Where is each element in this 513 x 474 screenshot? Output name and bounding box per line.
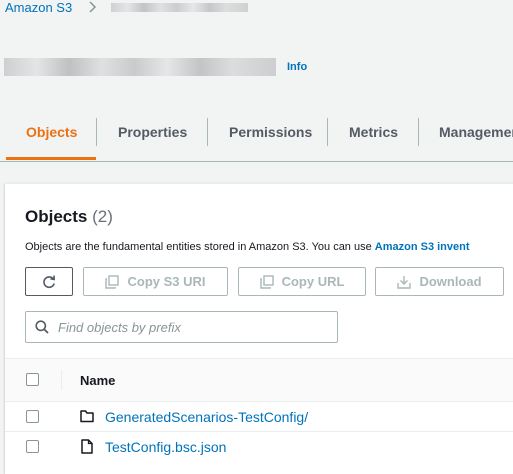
refresh-icon bbox=[43, 275, 56, 288]
tab-management[interactable]: Managemen bbox=[439, 113, 513, 160]
row-checkbox[interactable] bbox=[26, 410, 39, 423]
copy-s3-uri-label: Copy S3 URI bbox=[127, 274, 206, 289]
tab-permissions[interactable]: Permissions bbox=[229, 113, 312, 160]
object-link-folder[interactable]: GeneratedScenarios-TestConfig/ bbox=[105, 409, 308, 425]
copy-s3-uri-button[interactable]: Copy S3 URI bbox=[83, 267, 228, 296]
breadcrumb-amazon-s3[interactable]: Amazon S3 bbox=[5, 0, 72, 16]
page-title-redacted bbox=[4, 58, 276, 76]
download-label: Download bbox=[419, 274, 482, 289]
breadcrumb-bucket-redacted[interactable] bbox=[111, 3, 248, 12]
description-text: Objects are the fundamental entities sto… bbox=[25, 241, 375, 253]
tab-divider bbox=[327, 118, 328, 146]
select-all-checkbox[interactable] bbox=[26, 373, 39, 386]
objects-heading: Objects (2) bbox=[25, 207, 113, 227]
search-icon bbox=[35, 320, 49, 334]
column-header-name[interactable]: Name bbox=[80, 373, 115, 388]
objects-title: Objects bbox=[25, 207, 88, 226]
tab-divider bbox=[418, 118, 419, 146]
copy-icon bbox=[105, 274, 120, 289]
tab-properties[interactable]: Properties bbox=[118, 113, 187, 160]
objects-description: Objects are the fundamental entities sto… bbox=[25, 241, 470, 253]
tab-divider bbox=[96, 118, 97, 146]
copy-icon bbox=[259, 274, 274, 289]
search-input[interactable] bbox=[58, 312, 328, 342]
active-tab-indicator bbox=[6, 157, 96, 160]
search-box bbox=[25, 311, 338, 343]
objects-count: (2) bbox=[92, 207, 113, 226]
tab-divider bbox=[207, 118, 208, 146]
info-link[interactable]: Info bbox=[287, 61, 307, 73]
tab-objects[interactable]: Objects bbox=[26, 113, 77, 160]
row-divider bbox=[5, 431, 513, 432]
download-icon bbox=[397, 275, 412, 289]
folder-icon bbox=[80, 410, 94, 423]
tab-metrics[interactable]: Metrics bbox=[349, 113, 398, 160]
object-link-file[interactable]: TestConfig.bsc.json bbox=[105, 439, 226, 455]
copy-url-button[interactable]: Copy URL bbox=[238, 267, 366, 296]
file-icon bbox=[81, 439, 93, 454]
s3-inventory-link[interactable]: Amazon S3 invent bbox=[375, 241, 470, 253]
row-checkbox[interactable] bbox=[26, 440, 39, 453]
tab-bar: Objects Properties Permissions Metrics M… bbox=[0, 113, 513, 162]
refresh-button[interactable] bbox=[25, 267, 73, 296]
chevron-right-icon bbox=[89, 1, 97, 13]
download-button[interactable]: Download bbox=[375, 267, 504, 296]
column-divider bbox=[61, 370, 62, 390]
copy-url-label: Copy URL bbox=[281, 274, 345, 289]
